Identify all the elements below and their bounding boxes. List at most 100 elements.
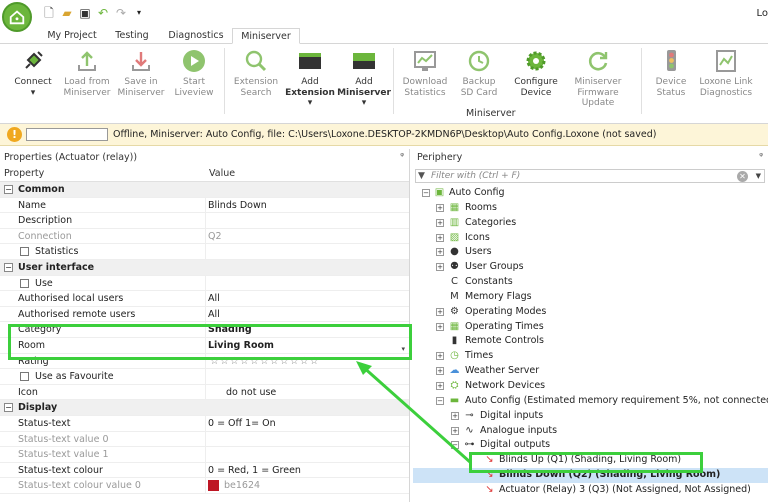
category-property-row[interactable]: Category Shading <box>0 322 409 338</box>
miniserver-firmware-update-button[interactable]: Miniserver Firmware Update <box>562 48 634 109</box>
ribbon-separator <box>641 48 642 114</box>
digital-input-icon: ⊸ <box>465 409 474 421</box>
quick-access-toolbar: 🗋 ▰ ▣ ↶ ↷ ▾ <box>42 6 146 20</box>
statistics-checkbox[interactable] <box>20 247 29 257</box>
save-icon[interactable]: ▣ <box>78 6 92 20</box>
property-row: Connection Q2 <box>0 228 409 245</box>
download-statistics-button[interactable]: Download Statistics <box>397 48 453 98</box>
category-display[interactable]: − Display <box>0 400 409 416</box>
open-folder-icon[interactable]: ▰ <box>60 6 74 20</box>
tree-node-miniserver[interactable]: − ▬ Auto Config (Estimated memory requirem… <box>413 394 768 409</box>
loxone-link-diagnostics-button[interactable]: Loxone Link Diagnostics <box>697 48 755 98</box>
tree-node-icons[interactable]: + ▨ Icons <box>413 231 768 246</box>
collapse-icon[interactable]: − <box>4 403 13 413</box>
backup-clock-icon <box>468 50 490 72</box>
tree-node-weather-server[interactable]: + ☁ Weather Server <box>413 364 768 379</box>
undo-icon[interactable]: ↶ <box>96 6 110 20</box>
configure-device-button[interactable]: Configure Device <box>508 48 564 98</box>
use-checkbox[interactable] <box>20 278 29 288</box>
document-icon: ▣ <box>434 187 445 198</box>
tree-node-categories[interactable]: + ▥ Categories <box>413 216 768 231</box>
property-row[interactable]: Authorised local users All <box>0 291 409 307</box>
relay-output-icon: ↘ <box>485 483 494 495</box>
tree-node-memory-flags[interactable]: M Memory Flags <box>413 290 768 305</box>
category-common[interactable]: − Common <box>0 182 409 198</box>
property-row[interactable]: Authorised remote users All <box>0 306 409 323</box>
property-row[interactable]: Use as Favourite <box>0 369 409 385</box>
add-extension-button[interactable]: Add Extension ▾ <box>282 48 338 109</box>
categories-icon: ▥ <box>449 216 460 228</box>
property-row[interactable]: Status-text value 0 <box>0 431 409 448</box>
favourite-checkbox[interactable] <box>20 372 29 382</box>
tree-node-q2[interactable]: ↘ Blinds Down (Q2) (Shading, Living Room) <box>413 468 768 483</box>
tree-node-q1[interactable]: ↘ Blinds Up (Q1) (Shading, Living Room) <box>413 453 768 468</box>
connect-button[interactable]: Connect ▾ <box>5 48 61 98</box>
relay-output-icon: ↘ <box>485 469 494 481</box>
save-in-miniserver-button[interactable]: Save in Miniserver <box>113 48 169 98</box>
property-row[interactable]: Status-text colour 0 = Red, 1 = Green <box>0 462 409 479</box>
clear-filter-icon[interactable]: ✕ <box>737 171 748 182</box>
properties-header: Property Value <box>0 166 409 182</box>
property-row[interactable]: Rating ☆☆☆☆☆☆☆☆☆☆☆ <box>0 353 409 370</box>
tree-node-analogue-inputs[interactable]: + ∿ Analogue inputs <box>413 424 768 439</box>
customize-dropdown-icon[interactable]: ▾ <box>132 6 146 20</box>
clock-icon: ◷ <box>450 350 459 362</box>
column-property: Property <box>4 168 45 179</box>
property-row[interactable]: Status-text 0 = Off 1= On <box>0 415 409 432</box>
tree-node-network-devices[interactable]: + ⛭ Network Devices <box>413 379 768 394</box>
device-status-button[interactable]: Device Status <box>643 48 699 98</box>
chevron-down-icon[interactable]: ▼ <box>756 172 761 180</box>
tree-node-operating-times[interactable]: + ▦ Operating Times <box>413 320 768 335</box>
plug-icon <box>25 51 43 69</box>
tree-node-operating-modes[interactable]: + ⚙ Operating Modes <box>413 305 768 320</box>
property-row[interactable]: Description <box>0 213 409 229</box>
property-row[interactable]: Use <box>0 275 409 292</box>
backup-sd-card-button[interactable]: Backup SD Card <box>451 48 507 98</box>
tree-node-users[interactable]: + ● Users <box>413 245 768 260</box>
category-user-interface[interactable]: − User interface <box>0 259 409 276</box>
info-input-box[interactable] <box>26 128 108 141</box>
tree-node-rooms[interactable]: + ▦ Rooms <box>413 201 768 216</box>
gear-icon: ⚙ <box>450 305 459 317</box>
redo-icon[interactable]: ↷ <box>114 6 128 20</box>
tab-diagnostics[interactable]: Diagnostics <box>160 28 232 44</box>
ribbon-group-label: Miniserver <box>466 108 516 119</box>
app-logo[interactable] <box>2 2 32 32</box>
property-row[interactable]: Statistics <box>0 244 409 260</box>
collapse-icon[interactable]: − <box>4 262 13 272</box>
tree-node-user-groups[interactable]: + ⚉ User Groups <box>413 260 768 275</box>
extension-search-button[interactable]: Extension Search <box>228 48 284 98</box>
tree-node-remote-controls[interactable]: ▮ Remote Controls <box>413 334 768 349</box>
property-row[interactable]: Status-text value 1 <box>0 447 409 463</box>
digital-output-icon: ⊶ <box>464 439 475 451</box>
collapse-icon[interactable]: − <box>4 185 13 194</box>
property-row[interactable]: Icon do not use <box>0 384 409 401</box>
pin-icon[interactable]: ᵠ <box>400 149 404 166</box>
tab-miniserver[interactable]: Miniserver <box>232 28 300 44</box>
tree-node-digital-outputs[interactable]: − ⊶ Digital outputs <box>413 438 768 453</box>
network-icon: ⛭ <box>450 379 459 391</box>
tree-node-q3[interactable]: ↘ Actuator (Relay) 3 (Q3) (Not Assigned, … <box>413 483 768 498</box>
add-miniserver-button[interactable]: Add Miniserver ▾ <box>336 48 392 109</box>
column-value: Value <box>209 168 236 179</box>
tab-my-project[interactable]: My Project <box>40 28 104 44</box>
pin-icon[interactable]: ᵠ <box>759 149 763 166</box>
load-from-miniserver-button[interactable]: Load from Miniserver <box>59 48 115 98</box>
tree-node-constants[interactable]: C Constants <box>413 275 768 290</box>
tab-testing[interactable]: Testing <box>104 28 160 44</box>
window-title: Lo <box>756 8 768 19</box>
new-file-icon[interactable]: 🗋 <box>42 6 56 20</box>
tree-node-root[interactable]: − ▣ Auto Config <box>413 186 768 201</box>
filter-input[interactable]: ▼ Filter with (Ctrl + F) ✕ ▼ <box>415 169 765 183</box>
statistics-chart-icon <box>414 51 436 71</box>
property-row[interactable]: Status-text colour value 0 be1624 <box>0 478 409 494</box>
periphery-tree: − ▣ Auto Config + ▦ Rooms + ▥ Categories + ▨ Ico… <box>413 186 768 498</box>
tree-node-digital-inputs[interactable]: + ⊸ Digital inputs <box>413 409 768 424</box>
name-value: Blinds Down <box>208 199 267 211</box>
room-property-row[interactable]: Room Living Room ▾ <box>0 337 409 354</box>
property-row[interactable]: Name Blinds Down <box>0 197 409 214</box>
start-liveview-button[interactable]: Start Liveview <box>166 48 222 98</box>
rating-stars[interactable]: ☆☆☆☆☆☆☆☆☆☆☆ <box>210 354 320 369</box>
tree-node-times[interactable]: + ◷ Times <box>413 349 768 364</box>
colour-swatch[interactable] <box>208 480 219 492</box>
